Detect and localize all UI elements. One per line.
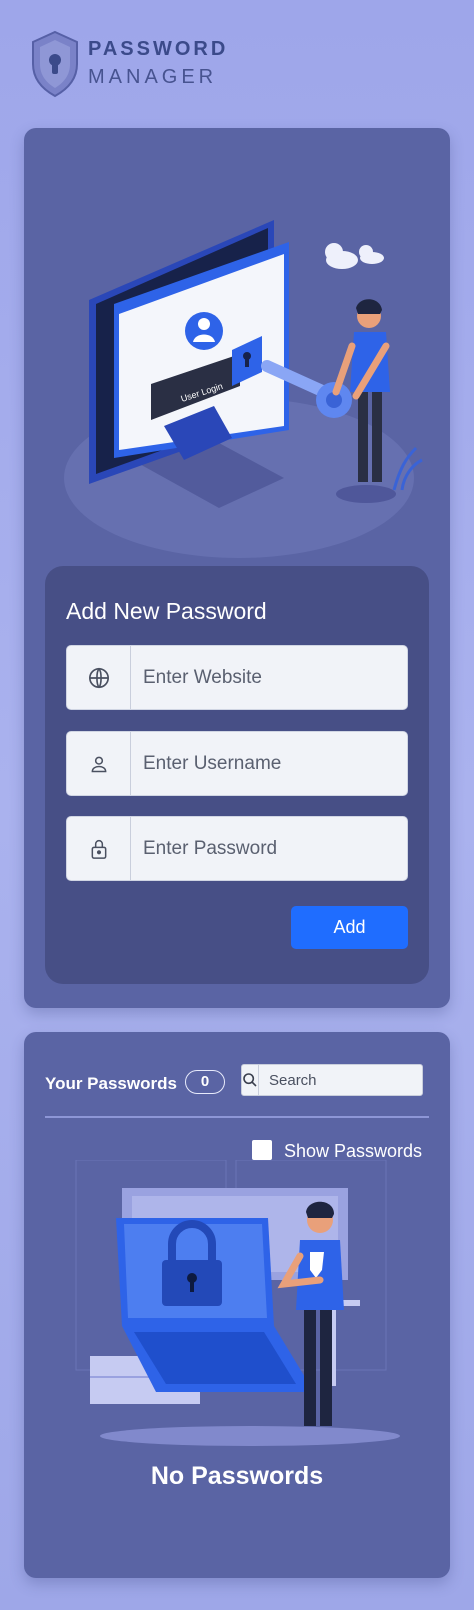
globe-icon	[67, 646, 131, 709]
show-passwords-checkbox[interactable]	[252, 1140, 272, 1160]
search-icon	[242, 1065, 259, 1095]
password-count-badge: 0	[185, 1070, 225, 1094]
username-field	[66, 731, 408, 796]
website-field	[66, 645, 408, 710]
empty-state-text: No Passwords	[150, 1462, 324, 1490]
add-password-card: User Login Add New Password Enter Websit…	[24, 128, 450, 1008]
lock-icon	[67, 817, 131, 880]
divider	[45, 1116, 429, 1118]
password-list-card: Your Passwords 0 Show Passwords	[24, 1032, 468, 1578]
show-passwords-label: Show Passwords	[284, 1141, 423, 1161]
website-input[interactable]	[131, 646, 407, 709]
app-header: PASSWORD MANAGER	[30, 30, 330, 98]
list-header: Your Passwords 0	[45, 1064, 468, 1100]
user-icon	[67, 732, 131, 795]
search-box	[241, 1064, 468, 1096]
brand-title: PASSWORD	[88, 38, 229, 60]
shield-keyhole-icon	[32, 30, 78, 98]
empty-state-illustration	[75, 1160, 400, 1446]
username-input[interactable]	[131, 732, 407, 795]
list-title: Your Passwords	[45, 1074, 177, 1093]
add-password-form: Add New Password Enter Website Enter Use…	[45, 566, 429, 984]
brand-subtitle: MANAGER	[88, 66, 218, 88]
password-input[interactable]	[131, 817, 407, 880]
form-title: Add New Password	[66, 598, 267, 624]
add-button[interactable]: Add	[291, 906, 408, 949]
search-input[interactable]	[259, 1071, 468, 1089]
password-field	[66, 816, 408, 881]
cloud-icon	[325, 243, 384, 269]
